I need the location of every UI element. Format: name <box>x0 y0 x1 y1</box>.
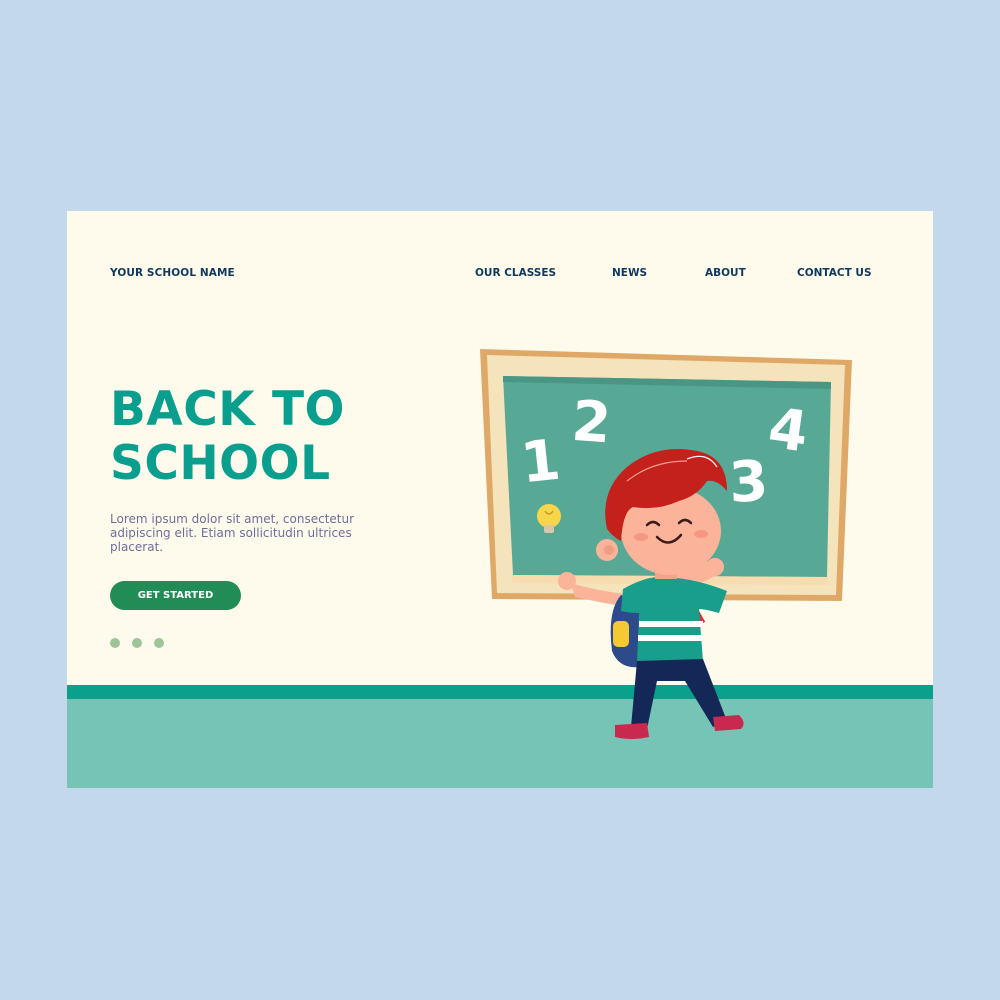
landing-page: YOUR SCHOOL NAME OUR CLASSES NEWS ABOUT … <box>67 211 933 788</box>
number-3: 3 <box>727 449 769 516</box>
number-1: 1 <box>518 428 564 497</box>
number-2: 2 <box>570 389 613 457</box>
back-to-school-illustration: 1 2 3 4 <box>480 349 852 739</box>
